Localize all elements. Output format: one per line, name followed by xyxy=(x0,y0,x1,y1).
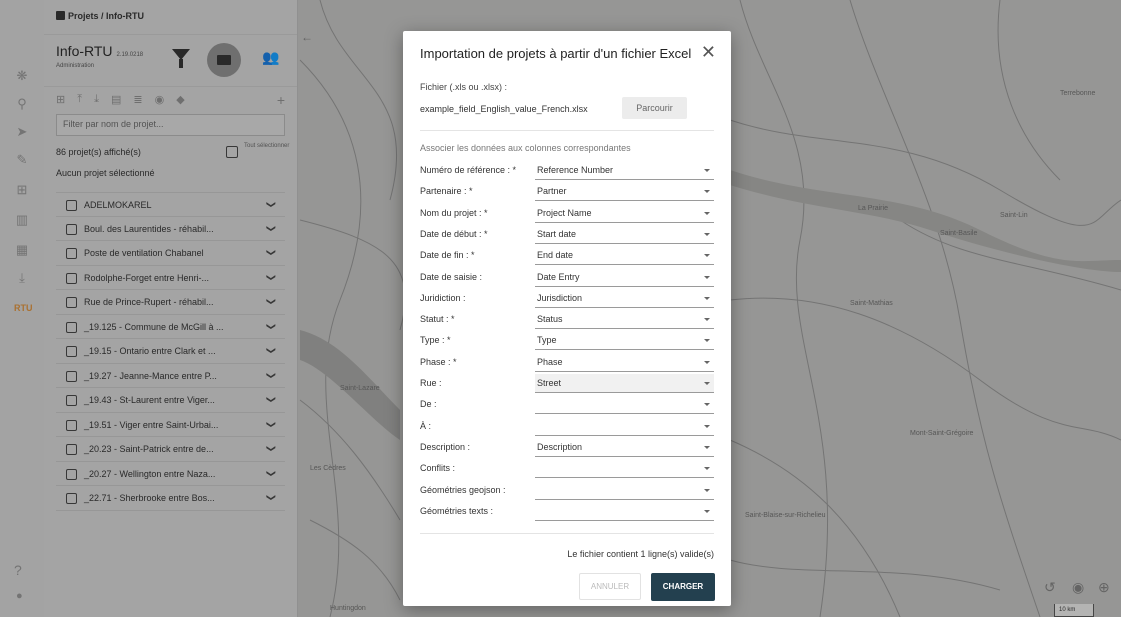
field-label: Géométries texts : xyxy=(420,505,494,516)
dropdown-caret-icon xyxy=(704,360,710,364)
mapping-heading: Associer les données aux colonnes corres… xyxy=(420,143,631,153)
field-label: Nom du projet : * xyxy=(420,207,488,218)
column-select-value: Date Entry xyxy=(537,271,580,282)
field-row: Type : * Type xyxy=(420,331,714,351)
dropdown-caret-icon xyxy=(704,382,710,385)
column-select[interactable]: Phase xyxy=(535,353,714,372)
dropdown-caret-icon xyxy=(704,339,710,343)
column-select[interactable] xyxy=(535,417,714,436)
field-row: Statut : * Status xyxy=(420,310,714,330)
field-label: Date de fin : * xyxy=(420,250,475,261)
column-select[interactable]: Project Name xyxy=(535,204,714,223)
field-row: Juridiction : Jurisdiction xyxy=(420,289,714,309)
file-name: example_field_English_value_French.xlsx xyxy=(420,104,588,114)
column-select[interactable]: Status xyxy=(535,310,714,330)
load-button[interactable]: CHARGER xyxy=(651,573,715,601)
column-select-value: Type xyxy=(537,335,557,346)
field-row: Phase : * Phase xyxy=(420,353,714,373)
column-select[interactable]: Partner xyxy=(535,182,714,202)
field-label: Date de début : * xyxy=(420,228,488,239)
field-row: Partenaire : * Partner xyxy=(420,182,714,202)
column-select-value: End date xyxy=(537,250,574,261)
field-row: Rue : Street xyxy=(420,374,714,394)
field-label: Partenaire : * xyxy=(420,186,473,197)
field-label: Date de saisie : xyxy=(420,271,483,282)
field-row: Géométries texts : xyxy=(420,502,714,522)
column-select-value: Partner xyxy=(537,186,567,197)
dropdown-caret-icon xyxy=(704,467,710,471)
column-select[interactable] xyxy=(535,481,714,500)
column-select-value: Start date xyxy=(537,228,577,239)
field-label: Numéro de référence : * xyxy=(420,165,517,175)
field-row: Nom du projet : * Project Name xyxy=(420,204,714,224)
dropdown-caret-icon xyxy=(704,254,710,258)
column-select-value: Phase xyxy=(537,356,563,367)
close-icon[interactable]: ✕ xyxy=(701,42,716,63)
dialog-title: Importation de projets à partir d'un fic… xyxy=(420,46,692,61)
field-label: À : xyxy=(420,420,432,431)
dropdown-caret-icon xyxy=(704,169,710,172)
column-select-value: Jurisdiction xyxy=(537,292,583,303)
browse-button[interactable]: Parcourir xyxy=(622,97,687,119)
dropdown-caret-icon xyxy=(704,296,710,300)
field-row: De : xyxy=(420,395,714,415)
field-row: Géométries geojson : xyxy=(420,481,714,501)
column-select[interactable]: Street xyxy=(535,374,714,393)
column-select-value: Status xyxy=(537,314,563,325)
column-select-value: Project Name xyxy=(537,207,592,218)
dropdown-caret-icon xyxy=(704,445,710,449)
cancel-button[interactable]: ANNULER xyxy=(579,573,641,600)
field-row: Numéro de référence : * Reference Number xyxy=(420,161,714,181)
field-row: Date de saisie : Date Entry xyxy=(420,268,714,288)
field-label: Rue : xyxy=(420,378,442,388)
divider xyxy=(420,130,714,131)
column-select[interactable]: Start date xyxy=(535,225,714,244)
field-label: Géométries geojson : xyxy=(420,484,506,495)
column-select[interactable] xyxy=(535,395,714,415)
field-label: Statut : * xyxy=(420,314,455,325)
field-row: À : xyxy=(420,417,714,437)
field-label: Phase : * xyxy=(420,356,457,367)
column-select[interactable] xyxy=(535,459,714,479)
column-select-value: Reference Number xyxy=(537,165,614,175)
field-label: Juridiction : xyxy=(420,292,466,303)
dropdown-caret-icon xyxy=(704,211,710,215)
column-select[interactable]: Date Entry xyxy=(535,268,714,287)
column-select[interactable] xyxy=(535,502,714,521)
field-label: De : xyxy=(420,399,437,410)
dropdown-caret-icon xyxy=(704,424,710,428)
divider xyxy=(420,533,714,534)
field-row: Date de début : * Start date xyxy=(420,225,714,245)
field-label: Type : * xyxy=(420,335,451,346)
field-label: Description : xyxy=(420,441,471,452)
field-row: Description : Description xyxy=(420,438,714,458)
validation-status: Le fichier contient 1 ligne(s) valide(s) xyxy=(567,549,714,559)
column-select[interactable]: Type xyxy=(535,331,714,351)
import-dialog: Importation de projets à partir d'un fic… xyxy=(403,31,731,606)
dropdown-caret-icon xyxy=(704,318,710,322)
dropdown-caret-icon xyxy=(704,190,710,194)
column-select-value: Description xyxy=(537,441,583,452)
field-label: Conflits : xyxy=(420,463,456,474)
dropdown-caret-icon xyxy=(704,509,710,513)
field-row: Conflits : xyxy=(420,459,714,479)
dropdown-caret-icon xyxy=(704,488,710,492)
field-row: Date de fin : * End date xyxy=(420,246,714,266)
dropdown-caret-icon xyxy=(704,275,710,279)
dropdown-caret-icon xyxy=(704,403,710,407)
column-select[interactable]: End date xyxy=(535,246,714,266)
column-select[interactable]: Description xyxy=(535,438,714,457)
column-select[interactable]: Reference Number xyxy=(535,161,714,180)
dropdown-caret-icon xyxy=(704,232,710,236)
column-select-value: Street xyxy=(537,378,562,388)
file-label: Fichier (.xls ou .xlsx) : xyxy=(420,82,508,92)
column-select[interactable]: Jurisdiction xyxy=(535,289,714,308)
